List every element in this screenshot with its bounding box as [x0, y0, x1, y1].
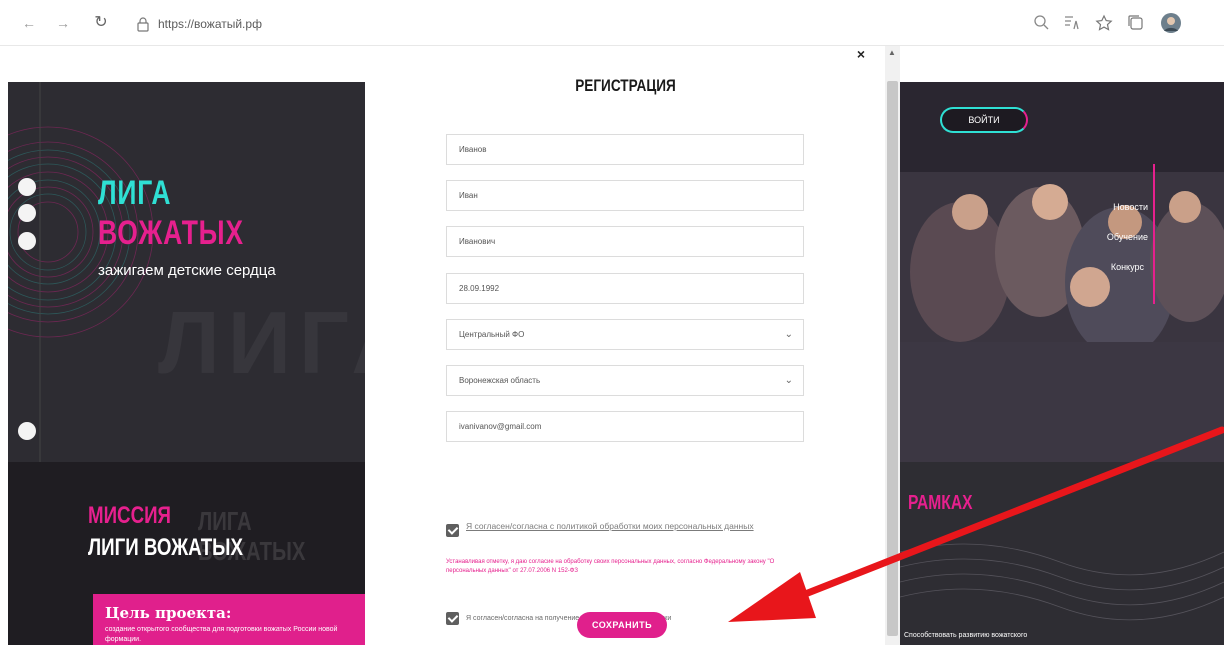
consent-note: Устанавливая отметку, я даю согласие на … [446, 559, 775, 574]
login-button[interactable]: ВОЙТИ [940, 107, 1028, 133]
mission-section: ЛИГА ВОЖАТЫХ МИССИЯ ЛИГИ ВОЖАТЫХ Цель пр… [8, 462, 365, 645]
nav-indicator [1153, 164, 1155, 304]
back-icon[interactable]: ← [20, 14, 38, 32]
forward-icon[interactable]: → [54, 14, 72, 32]
district-select[interactable]: Центральный ФО ⌄ [446, 319, 804, 350]
profile-avatar[interactable] [1160, 12, 1182, 34]
birth-date-field[interactable]: 28.09.1992 [446, 273, 804, 304]
group-photo [900, 82, 1224, 462]
zoom-icon[interactable] [1032, 13, 1052, 33]
decorative-waves [900, 543, 1224, 621]
search-icon[interactable] [18, 422, 36, 440]
goal-title: Цель проекта: [105, 604, 232, 622]
save-button[interactable]: СОХРАНИТЬ [577, 612, 667, 638]
first-name-field[interactable]: Иван [446, 180, 804, 211]
facebook-icon[interactable] [18, 232, 36, 250]
consent-policy-link[interactable]: Я согласен/согласна с политикой обработк… [466, 520, 766, 532]
logo-line-1: ЛИГА [98, 174, 172, 212]
scroll-up-icon[interactable]: ▲ [888, 48, 896, 57]
email-field[interactable]: ivanivanov@gmail.com [446, 411, 804, 442]
section-text-fragment: Способствовать развитию вожатского [904, 632, 1028, 639]
section-title-fragment: РАМКАХ [908, 492, 973, 514]
refresh-icon[interactable]: ↻ [92, 14, 110, 32]
nav-item-news[interactable]: Новости [1113, 202, 1148, 212]
region-select[interactable]: Воронежская область ⌄ [446, 365, 804, 396]
tagline: зажигаем детские сердца [98, 262, 276, 279]
read-aloud-icon[interactable] [1062, 13, 1082, 33]
patronymic-field[interactable]: Иванович [446, 226, 804, 257]
nav-item-contest[interactable]: Конкурс [1111, 262, 1144, 272]
screen: ← → ↻ https://вожатый.рф ЛИГ ЛИГА ВОЖАТЫ… [0, 0, 1224, 645]
goal-box: Цель проекта: создание открытого сообщес… [93, 594, 365, 645]
favorites-icon[interactable] [1094, 13, 1114, 33]
chevron-down-icon: ⌄ [784, 329, 793, 340]
hero-left-panel: ЛИГА ЛИГА ВОЖАТЫХ зажигаем детские сердц… [8, 82, 365, 462]
collections-icon[interactable] [1126, 13, 1146, 33]
address-bar[interactable]: https://вожатый.рф [126, 13, 966, 35]
url-text: https://вожатый.рф [158, 17, 262, 31]
close-icon[interactable]: × [857, 46, 865, 62]
chevron-down-icon: ⌄ [784, 375, 793, 386]
ghost-background-text: ЛИГА [158, 293, 365, 392]
vk-icon[interactable] [18, 178, 36, 196]
mission-ghost-line-1: ЛИГА [198, 506, 252, 536]
region-select-value: Воронежская область [459, 376, 541, 385]
mission-title-line-1: МИССИЯ [88, 502, 171, 529]
modal-title: РЕГИСТРАЦИЯ [575, 76, 676, 95]
consent-checkbox[interactable] [446, 524, 459, 537]
lock-icon [137, 17, 149, 32]
nav-item-education[interactable]: Обучение [1107, 232, 1148, 242]
mission-title-line-2: ЛИГИ ВОЖАТЫХ [88, 534, 243, 561]
lower-right-section: РАМКАХ Способствовать развитию вожатског… [900, 462, 1224, 645]
last-name-field[interactable]: Иванов [446, 134, 804, 165]
modal-scrollbar[interactable]: ▲ [885, 46, 900, 645]
district-select-value: Центральный ФО [459, 330, 525, 339]
logo-line-2: ВОЖАТЫХ [98, 214, 244, 252]
goal-text: создание открытого сообщества для подгот… [105, 626, 338, 643]
scrollbar-thumb[interactable] [887, 81, 898, 636]
newsletter-checkbox[interactable] [446, 612, 459, 625]
instagram-icon[interactable] [18, 204, 36, 222]
hero-right-panel: ВОЙТИ Новости Обучение Конкурс [900, 82, 1224, 462]
registration-modal: × РЕГИСТРАЦИЯ Иванов Иван Иванович 28.09… [366, 46, 885, 645]
browser-toolbar: ← → ↻ https://вожатый.рф [0, 0, 1224, 46]
